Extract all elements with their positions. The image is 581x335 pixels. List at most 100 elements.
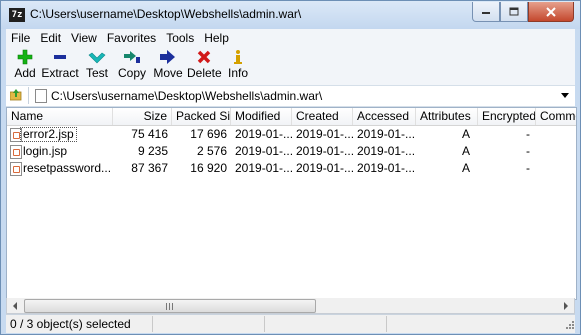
address-field[interactable]: C:\Users\username\Desktop\Webshells\admi… bbox=[28, 87, 573, 104]
minimize-icon bbox=[482, 11, 490, 14]
menu-favorites[interactable]: Favorites bbox=[102, 31, 161, 45]
file-attributes: A bbox=[461, 144, 470, 158]
plus-icon bbox=[17, 49, 33, 65]
file-created: 2019-01-... bbox=[296, 127, 353, 141]
status-separator bbox=[386, 316, 387, 332]
menu-bar: File Edit View Favorites Tools Help bbox=[6, 29, 575, 46]
jsp-file-icon bbox=[10, 145, 22, 159]
add-label: Add bbox=[14, 66, 36, 80]
column-comment[interactable]: Commen bbox=[536, 108, 576, 125]
info-button[interactable]: Info bbox=[226, 48, 250, 84]
file-list: Name Size Packed Si... Modified Created … bbox=[6, 107, 577, 300]
add-button[interactable]: Add bbox=[10, 48, 40, 84]
selection-status: 0 / 3 object(s) selected bbox=[10, 317, 131, 331]
file-modified: 2019-01-... bbox=[235, 161, 292, 175]
column-attributes[interactable]: Attributes bbox=[416, 108, 478, 125]
file-packed-size: 2 576 bbox=[196, 144, 227, 158]
copy-label: Copy bbox=[117, 66, 146, 80]
file-packed-size: 17 696 bbox=[190, 127, 227, 141]
app-window: 7z C:\Users\username\Desktop\Webshells\a… bbox=[0, 0, 581, 335]
file-name: error2.jsp bbox=[20, 127, 77, 142]
file-created: 2019-01-... bbox=[296, 161, 353, 175]
file-name-cell[interactable]: error2.jsp bbox=[7, 126, 113, 143]
file-encrypted: - bbox=[526, 161, 530, 175]
column-modified[interactable]: Modified bbox=[231, 108, 292, 125]
window-title: C:\Users\username\Desktop\Webshells\admi… bbox=[30, 7, 302, 21]
extract-label: Extract bbox=[41, 66, 79, 80]
info-label: Info bbox=[227, 66, 248, 80]
file-name-cell[interactable]: resetpassword... bbox=[7, 160, 113, 177]
close-icon bbox=[546, 6, 556, 17]
minus-icon bbox=[54, 55, 66, 59]
file-size: 87 367 bbox=[131, 161, 168, 175]
maximize-button[interactable] bbox=[500, 2, 528, 22]
column-created[interactable]: Created bbox=[292, 108, 353, 125]
file-name-cell[interactable]: login.jsp bbox=[7, 143, 113, 160]
resize-grip-icon[interactable] bbox=[563, 320, 575, 332]
column-accessed[interactable]: Accessed bbox=[353, 108, 416, 125]
jsp-file-icon bbox=[10, 162, 22, 176]
scroll-grip-icon bbox=[166, 303, 173, 310]
caption-buttons bbox=[472, 2, 574, 22]
file-created: 2019-01-... bbox=[296, 144, 353, 158]
table-row[interactable]: error2.jsp 75 416 17 696 2019-01-... 201… bbox=[7, 126, 576, 143]
folder-icon bbox=[35, 89, 47, 103]
file-size: 9 235 bbox=[137, 144, 168, 158]
file-encrypted: - bbox=[526, 144, 530, 158]
close-button[interactable] bbox=[528, 2, 574, 22]
scroll-right-icon bbox=[564, 301, 568, 310]
folder-up-icon[interactable] bbox=[10, 89, 22, 101]
toolbar: Add Extract Test Copy Move Delete Info bbox=[6, 46, 575, 85]
file-encrypted: - bbox=[526, 127, 530, 141]
file-name: resetpassword... bbox=[23, 161, 112, 175]
scroll-left-icon bbox=[13, 301, 17, 310]
move-label: Move bbox=[153, 66, 183, 80]
column-header: Name Size Packed Si... Modified Created … bbox=[7, 108, 576, 126]
file-attributes: A bbox=[461, 127, 470, 141]
scroll-right-button[interactable] bbox=[558, 298, 574, 313]
column-packed-size[interactable]: Packed Si... bbox=[172, 108, 231, 125]
table-row[interactable]: resetpassword... 87 367 16 920 2019-01-.… bbox=[7, 160, 576, 177]
menu-edit[interactable]: Edit bbox=[35, 31, 66, 45]
delete-label: Delete bbox=[187, 66, 222, 80]
table-row[interactable]: login.jsp 9 235 2 576 2019-01-... 2019-0… bbox=[7, 143, 576, 160]
horizontal-scrollbar[interactable] bbox=[6, 298, 575, 314]
move-arrow-icon bbox=[160, 50, 175, 64]
menu-view[interactable]: View bbox=[66, 31, 102, 45]
menu-help[interactable]: Help bbox=[199, 31, 234, 45]
extract-button[interactable]: Extract bbox=[41, 48, 79, 84]
test-label: Test bbox=[85, 66, 108, 80]
copy-button[interactable]: Copy bbox=[116, 48, 148, 84]
address-path: C:\Users\username\Desktop\Webshells\admi… bbox=[51, 89, 323, 103]
move-button[interactable]: Move bbox=[151, 48, 185, 84]
column-encrypted[interactable]: Encrypted bbox=[478, 108, 536, 125]
copy-arrow-icon bbox=[124, 51, 140, 63]
file-packed-size: 16 920 bbox=[190, 161, 227, 175]
check-icon bbox=[88, 52, 106, 64]
maximize-icon bbox=[509, 7, 519, 16]
column-name[interactable]: Name bbox=[7, 108, 113, 125]
scrollbar-thumb[interactable] bbox=[24, 299, 316, 313]
file-accessed: 2019-01-... bbox=[357, 161, 416, 175]
7zip-app-icon[interactable]: 7z bbox=[9, 8, 25, 22]
address-bar: C:\Users\username\Desktop\Webshells\admi… bbox=[6, 85, 575, 107]
file-name: login.jsp bbox=[23, 144, 68, 158]
status-separator bbox=[152, 316, 153, 332]
column-size[interactable]: Size bbox=[113, 108, 172, 125]
file-modified: 2019-01-... bbox=[235, 144, 292, 158]
info-icon bbox=[234, 50, 242, 64]
file-size: 75 416 bbox=[131, 127, 168, 141]
file-attributes: A bbox=[461, 161, 470, 175]
file-accessed: 2019-01-... bbox=[357, 144, 416, 158]
menu-tools[interactable]: Tools bbox=[161, 31, 199, 45]
test-button[interactable]: Test bbox=[83, 48, 111, 84]
menu-file[interactable]: File bbox=[6, 31, 35, 45]
delete-button[interactable]: Delete bbox=[187, 48, 222, 84]
file-accessed: 2019-01-... bbox=[357, 127, 416, 141]
scroll-left-button[interactable] bbox=[7, 298, 23, 313]
address-dropdown-icon[interactable] bbox=[561, 93, 569, 98]
title-bar[interactable]: 7z C:\Users\username\Desktop\Webshells\a… bbox=[1, 1, 580, 29]
minimize-button[interactable] bbox=[472, 2, 500, 22]
status-bar: 0 / 3 object(s) selected bbox=[6, 314, 575, 333]
status-separator bbox=[264, 316, 265, 332]
